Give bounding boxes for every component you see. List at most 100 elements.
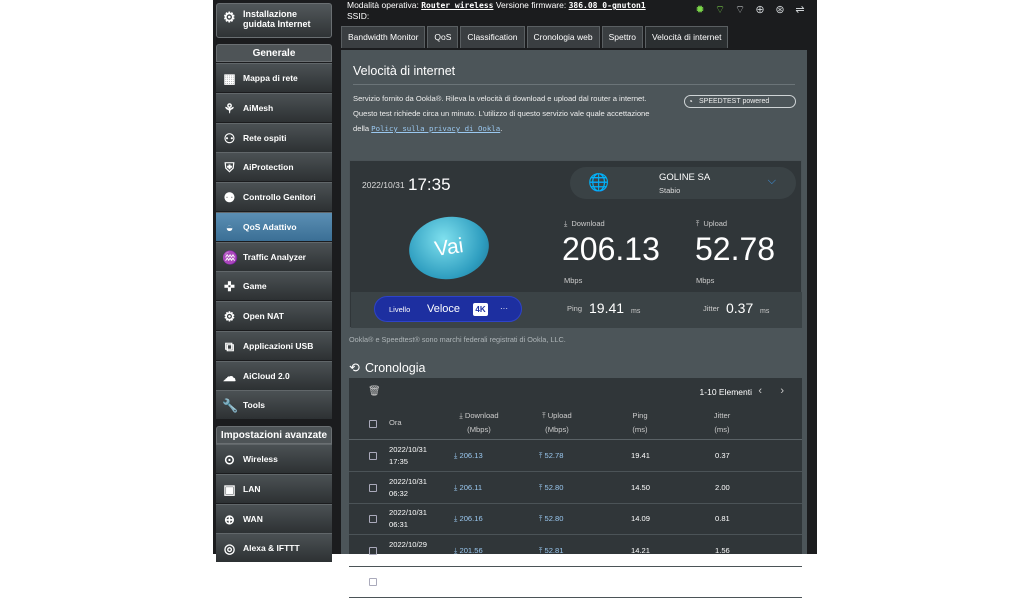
- sidebar-item-label: AiCloud 2.0: [243, 370, 290, 381]
- table-row: 2022/10/31 06:31 ⤓ 206.16 ⤒ 52.80 14.09 0.81: [349, 504, 802, 535]
- qos-icon: ◒: [225, 219, 234, 235]
- row-jitter: 0.37: [715, 451, 730, 460]
- network-map-icon: ▦: [223, 71, 236, 86]
- sidebar-item-open-nat[interactable]: ⚙ Open NAT: [216, 301, 332, 330]
- sidebar-item-label: Alexa & IFTTT: [243, 543, 300, 554]
- col-download[interactable]: ⤓ Download (Mbps): [449, 409, 509, 437]
- sidebar-item-tools[interactable]: 🔧 Tools: [216, 390, 332, 420]
- stats-bar: Livello Veloce 4K ··· Ping 19.41 ms Jitt…: [351, 292, 802, 328]
- sidebar-item-label: Traffic Analyzer: [243, 251, 306, 262]
- quick-setup-button[interactable]: ⚙ Installazione guidata Internet: [216, 3, 332, 38]
- col-upload[interactable]: ⤒ Upload (Mbps): [527, 409, 587, 437]
- wifi-icon[interactable]: ⌔: [734, 4, 746, 16]
- tab-cronologia-web[interactable]: Cronologia web: [526, 26, 600, 48]
- speedtest-panel: Velocità di internet Servizio fornito da…: [341, 50, 807, 598]
- table-row: 2022/10/29 12:13 ⤓ 201.56 ⤒ 52.81 14.21 1.56: [349, 536, 802, 567]
- sidebar-item-label: WAN: [243, 513, 263, 524]
- download-value: 206.13: [562, 231, 660, 267]
- upload-arrow-icon: ⤒: [696, 219, 700, 228]
- speedtest-icon: ◔: [688, 97, 693, 106]
- speedtest-card: 2022/10/31 17:35 🌐 GOLINE SA Stabio ⌵ Va…: [349, 160, 802, 328]
- level-label: Livello: [389, 305, 411, 314]
- select-all-checkbox[interactable]: [369, 420, 377, 428]
- chevron-left-icon[interactable]: ‹: [758, 385, 762, 397]
- globe-icon[interactable]: ⊕: [754, 4, 766, 16]
- row-download: ⤓ 206.13: [454, 451, 483, 460]
- open-nat-icon: ⚙: [223, 309, 236, 324]
- tab-bar: Bandwidth Monitor QoS Classification Cronol…: [341, 26, 729, 48]
- row-checkbox[interactable]: [369, 515, 377, 523]
- row-ping: 14.09: [631, 514, 651, 523]
- col-ping[interactable]: Ping (ms): [617, 409, 663, 437]
- ssid-line: SSID:: [347, 11, 370, 21]
- tab-spettro[interactable]: Spettro: [601, 26, 643, 48]
- sidebar-item-wireless[interactable]: ⊙ Wireless: [216, 444, 332, 473]
- sidebar-item-applicazioni-usb[interactable]: ⧉ Applicazioni USB: [216, 330, 332, 360]
- go-button[interactable]: Vai: [405, 211, 493, 285]
- row-upload: ⤒ 52.78: [539, 451, 564, 460]
- level-pill: Livello Veloce 4K ···: [374, 296, 522, 322]
- wifi-icon[interactable]: ⌔: [714, 4, 726, 16]
- sidebar-item-aicloud-2-0[interactable]: ☁ AiCloud 2.0: [216, 360, 332, 390]
- wan-icon: ⊕: [224, 511, 235, 527]
- general-header: Generale: [216, 44, 332, 62]
- table-row: 2022/10/31 06:32 ⤓ 206.11 ⤒ 52.80 14.50 2.00: [349, 473, 802, 504]
- parental-icon: ⚉: [223, 190, 236, 205]
- row-checkbox[interactable]: [369, 578, 377, 586]
- chevron-right-icon[interactable]: ›: [780, 385, 784, 397]
- status-line: Modalità operativa: Router wireless Vers…: [347, 0, 646, 10]
- history-toolbar: 🗑 1-10 Elementi ‹ ›: [349, 378, 802, 406]
- ping-value: 19.41: [589, 300, 625, 316]
- sidebar-item-aiprotection[interactable]: ⛨ AiProtection: [216, 152, 332, 182]
- wrench-icon: 🔧: [222, 398, 239, 414]
- download-arrow-icon: ⤓: [564, 219, 568, 228]
- col-jitter[interactable]: Jitter (ms): [699, 409, 745, 437]
- trash-icon[interactable]: 🗑: [368, 386, 381, 397]
- row-checkbox[interactable]: [369, 452, 377, 460]
- sidebar-item-wan[interactable]: ⊕ WAN: [216, 503, 332, 533]
- sidebar-item-lan[interactable]: ▣ LAN: [216, 473, 332, 503]
- jitter-value: 0.37: [726, 300, 754, 316]
- tab-classification[interactable]: Classification: [460, 26, 525, 48]
- upload-unit: Mbps: [696, 276, 715, 285]
- sidebar-item-mappa-di-rete[interactable]: ▦ Mappa di rete: [216, 63, 332, 92]
- sidebar-item-traffic-analyzer[interactable]: ♒ Traffic Analyzer: [216, 241, 332, 271]
- status-bar: Modalità operativa: Router wireless Vers…: [344, 0, 814, 24]
- aimesh-icon: ⚘: [223, 100, 236, 116]
- row-download: ⤓ 201.56: [454, 545, 483, 555]
- chevron-down-icon: ⌵: [767, 175, 776, 187]
- policy-link[interactable]: Policy sulla privacy di Ookla: [371, 124, 500, 133]
- sidebar-item-aimesh[interactable]: ⚘ AiMesh: [216, 92, 332, 122]
- usb-icon[interactable]: ⇌: [794, 4, 806, 16]
- row-ping: 14.50: [631, 482, 651, 492]
- tab-bandwidth-monitor[interactable]: Bandwidth Monitor: [341, 26, 426, 48]
- page-title: Velocità di internet: [353, 64, 456, 78]
- sidebar-item-label: LAN: [243, 483, 261, 494]
- upload-value: 52.78: [695, 231, 776, 267]
- gamepad-icon: ✜: [224, 279, 235, 295]
- tab-velocit-di-internet[interactable]: Velocità di internet: [644, 26, 729, 48]
- row-checkbox[interactable]: [369, 483, 377, 492]
- gear-icon[interactable]: ✹: [694, 4, 706, 16]
- sidebar-item-controllo-genitori[interactable]: ⚉ Controllo Genitori: [216, 182, 332, 211]
- sidebar-item-qos-adattivo[interactable]: ◒ QoS Adattivo: [216, 211, 332, 241]
- 4k-badge: 4K: [473, 303, 488, 316]
- row-checkbox[interactable]: [369, 546, 377, 555]
- sidebar-item-label: AiMesh: [243, 102, 274, 113]
- sidebar-item-label: Rete ospiti: [243, 132, 287, 143]
- sidebar-item-game[interactable]: ✜ Game: [216, 271, 332, 301]
- sidebar-item-alexa-ifttt[interactable]: ◎ Alexa & IFTTT: [216, 533, 332, 563]
- tab-qos[interactable]: QoS: [427, 26, 459, 48]
- server-selector[interactable]: 🌐 GOLINE SA Stabio ⌵: [570, 167, 796, 199]
- row-time: 2022/10/31 06:31: [389, 508, 428, 529]
- mode-link[interactable]: Router wireless: [421, 1, 493, 10]
- share-icon[interactable]: ⊛: [774, 4, 786, 16]
- row-time: 2022/10/29 12:13: [389, 539, 428, 561]
- wireless-icon: ⊙: [224, 452, 235, 467]
- server-location: Stabio: [659, 186, 681, 195]
- history-title: ⟲ Cronologia: [349, 360, 426, 375]
- sidebar-item-rete-ospiti[interactable]: ⚇ Rete ospiti: [216, 122, 332, 152]
- advanced-header: Impostazioni avanzate: [216, 426, 332, 444]
- row-upload: ⤒ 52.80: [539, 482, 564, 492]
- firmware-link[interactable]: 386.08_0-gnuton1: [569, 1, 646, 10]
